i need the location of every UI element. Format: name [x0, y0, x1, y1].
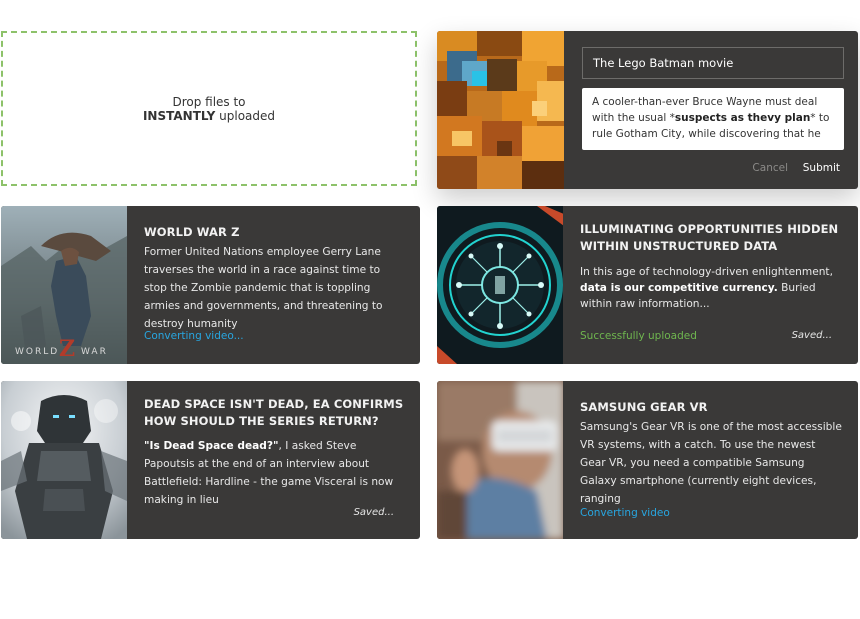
svg-text:WAR: WAR — [81, 347, 108, 357]
gear-vr-thumbnail — [437, 381, 563, 539]
card-description: Samsung's Gear VR is one of the most acc… — [580, 421, 842, 505]
card-title: SAMSUNG GEAR VR — [580, 400, 708, 414]
card-title: WORLD WAR Z — [144, 225, 240, 239]
world-war-z-poster: WORLD Z WAR — [1, 206, 127, 364]
card-dead-space[interactable]: DEAD SPACE ISN'T DEAD, EA CONFIRMS HOW S… — [1, 381, 420, 539]
card-description: "Is Dead Space dead?", I asked Steve Pap… — [144, 440, 394, 506]
lego-batman-thumbnail — [437, 31, 564, 189]
card-world-war-z[interactable]: WORLD Z WAR WORLD WAR Z Former United Na… — [1, 206, 420, 364]
card-description: In this age of technology-driven enlight… — [580, 266, 833, 310]
upload-editor-card: The Lego Batman movie A cooler-than-ever… — [437, 31, 858, 189]
card-title: DEAD SPACE ISN'T DEAD, EA CONFIRMS HOW S… — [144, 397, 404, 428]
title-input[interactable]: The Lego Batman movie — [582, 47, 844, 79]
dropzone-instantly: INSTANTLY — [142, 108, 216, 123]
dead-space-thumbnail — [1, 381, 127, 539]
circuit-thumbnail — [437, 206, 563, 364]
card-description: Former United Nations employee Gerry Lan… — [144, 246, 383, 330]
status-converting: Converting video — [580, 507, 670, 519]
submit-button[interactable]: Submit — [803, 162, 840, 174]
card-samsung-gear-vr[interactable]: SAMSUNG GEAR VR Samsung's Gear VR is one… — [437, 381, 858, 539]
svg-text:WORLD: WORLD — [15, 347, 59, 357]
svg-text:Z: Z — [59, 336, 75, 362]
status-uploaded: Successfully uploaded — [580, 330, 697, 342]
dropzone-line1: Drop files to — [172, 94, 246, 109]
saved-indicator: Saved... — [791, 330, 832, 341]
card-illuminating-opportunities[interactable]: ILLUMINATING OPPORTUNITIES HIDDEN WITHIN… — [437, 206, 858, 364]
status-converting: Converting video... — [144, 330, 244, 342]
dropzone-uploaded: uploaded — [215, 108, 276, 123]
card-title: ILLUMINATING OPPORTUNITIES HIDDEN WITHIN… — [580, 222, 839, 253]
cancel-button[interactable]: Cancel — [752, 162, 788, 174]
description-textarea[interactable]: A cooler-than-ever Bruce Wayne must deal… — [582, 88, 844, 150]
saved-indicator: Saved... — [353, 507, 394, 518]
file-dropzone[interactable]: Drop files to INSTANTLY uploaded — [1, 31, 417, 186]
